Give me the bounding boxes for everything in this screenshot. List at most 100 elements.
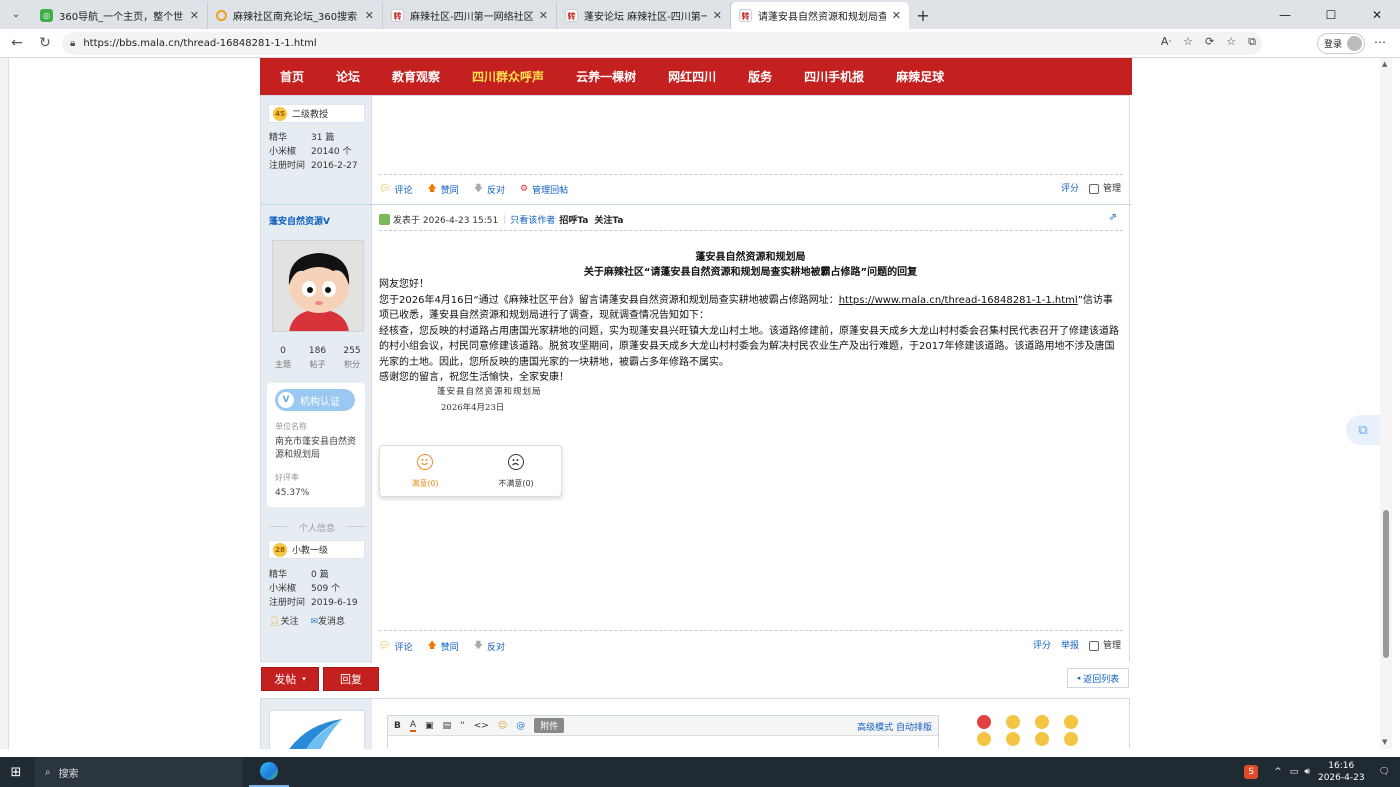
follow-ta-link[interactable]: 关注Ta xyxy=(594,213,623,226)
favorites-icon[interactable]: ☆ xyxy=(1226,35,1236,49)
greet-link[interactable]: 招呼Ta xyxy=(559,213,588,226)
count-posts[interactable]: 186 帖子 xyxy=(301,346,335,370)
smiley-icon[interactable] xyxy=(977,732,991,746)
login-button[interactable]: 登录 xyxy=(1317,33,1365,54)
auto-format-link[interactable]: 自动排版 xyxy=(896,723,932,733)
nav-football[interactable]: 麻辣足球 xyxy=(896,68,944,85)
tab-3[interactable]: 转 麻辣社区-四川第一网络社区 ✕ xyxy=(383,2,557,29)
pin-icon[interactable]: ⇗ xyxy=(1109,212,1117,223)
smiley-icon[interactable] xyxy=(1064,715,1078,729)
tab-2[interactable]: 麻辣社区南充论坛_360搜索 ✕ xyxy=(208,2,383,29)
unsatisfied-button[interactable]: 不满意(0) xyxy=(481,454,551,489)
attach-button[interactable]: 附件 xyxy=(534,718,565,733)
downvote-button[interactable]: 🡇 反对 xyxy=(474,181,505,197)
tab-4[interactable]: 转 蓬安论坛 麻辣社区-四川第一网络 ✕ xyxy=(557,2,731,29)
windows-start-icon[interactable]: ⊞ xyxy=(0,757,32,787)
collections-icon[interactable]: ⧉ xyxy=(1248,35,1256,49)
page-scrollbar[interactable]: ▲ ▼ xyxy=(1380,58,1392,749)
count-threads[interactable]: 0 主题 xyxy=(266,346,300,370)
close-icon[interactable]: ✕ xyxy=(713,9,722,22)
clock[interactable]: 16:16 2026-4-23 xyxy=(1318,760,1365,784)
back-to-list-button[interactable]: ◂ 返回列表 xyxy=(1067,668,1129,688)
smiley-icon[interactable] xyxy=(1006,715,1020,729)
url-field[interactable]: 🔒︎ https://bbs.mala.cn/thread-16848281-1… xyxy=(62,32,1262,55)
comment-button[interactable]: 💬︎ 评论 xyxy=(379,183,412,196)
org-verify-badge[interactable]: V 机构认证 xyxy=(275,389,355,411)
tab-actions-menu[interactable]: ⌄ xyxy=(0,0,32,29)
manage-checkbox[interactable]: 管理 xyxy=(1088,181,1121,194)
smiley-icon[interactable] xyxy=(1035,732,1049,746)
message-link[interactable]: ✉发消息 xyxy=(310,614,345,627)
refresh-icon[interactable]: ↻ xyxy=(34,32,56,54)
notification-icon[interactable]: 🗨︎ xyxy=(1379,767,1390,777)
rate-link[interactable]: 评分 xyxy=(1033,638,1051,651)
new-post-button[interactable]: 发帖 ▾ xyxy=(261,667,319,691)
upvote-button[interactable]: 🡅 赞同 xyxy=(427,181,458,197)
network-icon[interactable]: ▭ xyxy=(1290,767,1299,777)
nav-forum[interactable]: 论坛 xyxy=(336,68,360,85)
quick-reply: B A ▣ ▤ “ <> ☺ @ 附件 高级模式 自动排版 xyxy=(260,698,1130,749)
font-color-icon[interactable]: A xyxy=(409,720,417,732)
downvote-button[interactable]: 🡇 反对 xyxy=(474,638,505,654)
tab-5-active[interactable]: 转 请蓬安县自然资源和规划局查实耕 ✕ xyxy=(731,2,909,29)
nav-education[interactable]: 教育观察 xyxy=(392,68,440,85)
image-icon[interactable]: ▣ xyxy=(425,721,434,731)
back-icon[interactable]: ← xyxy=(6,32,28,54)
login-label: 登录 xyxy=(1324,40,1343,50)
manage-checkbox[interactable]: 管理 xyxy=(1088,638,1121,651)
close-icon[interactable]: ✕ xyxy=(365,9,374,22)
bold-icon[interactable]: B xyxy=(394,721,401,731)
maximize-button[interactable]: ☐ xyxy=(1308,0,1354,29)
nav-home[interactable]: 首页 xyxy=(280,68,304,85)
count-points[interactable]: 255 积分 xyxy=(335,346,369,370)
tray-expand-icon[interactable]: ^ xyxy=(1274,767,1282,777)
more-menu-icon[interactable]: ⋯ xyxy=(1374,35,1386,49)
smiley-icon[interactable] xyxy=(1035,715,1049,729)
nav-voice[interactable]: 四川群众呼声 xyxy=(472,68,544,85)
reply-button[interactable]: 回复 xyxy=(323,667,379,691)
taskbar-search[interactable]: ⌕ 搜索 xyxy=(35,757,243,787)
scroll-up-icon[interactable]: ▲ xyxy=(1382,60,1387,68)
read-aloud-icon[interactable]: Aᐧ xyxy=(1161,35,1171,49)
close-icon[interactable]: ✕ xyxy=(539,9,548,22)
volume-icon[interactable]: 🔊︎ xyxy=(1304,767,1310,777)
smiley-icon[interactable] xyxy=(1006,732,1020,746)
close-window-button[interactable]: ✕ xyxy=(1354,0,1400,29)
comment-button[interactable]: 💬︎ 评论 xyxy=(379,640,412,653)
satisfied-button[interactable]: 满意(0) xyxy=(390,454,460,489)
code-icon[interactable]: <> xyxy=(474,721,489,731)
minimize-button[interactable]: — xyxy=(1262,0,1308,29)
advanced-mode-link[interactable]: 高级模式 xyxy=(857,723,893,733)
only-author-link[interactable]: 只看该作者 xyxy=(510,213,555,226)
follow-link[interactable]: 👤︎关注 xyxy=(269,614,298,627)
edge-browser-icon[interactable] xyxy=(249,757,289,787)
close-icon[interactable]: ✕ xyxy=(892,9,901,22)
mention-icon[interactable]: @ xyxy=(516,721,525,731)
author-avatar[interactable] xyxy=(272,240,364,332)
favorite-star-icon[interactable]: ☆ xyxy=(1183,35,1193,49)
sougou-ime-icon[interactable]: S xyxy=(1244,765,1259,779)
thread-link[interactable]: https://www.mala.cn/thread-16848281-1-1.… xyxy=(839,295,1078,306)
author-name[interactable]: 蓬安自然资源V xyxy=(269,214,330,227)
tab-1[interactable]: ◎ 360导航_一个主页，整个世界 ✕ xyxy=(32,2,208,29)
emoji-icon[interactable]: ☺ xyxy=(498,721,507,731)
close-icon[interactable]: ✕ xyxy=(190,9,199,22)
report-link[interactable]: 举报 xyxy=(1061,638,1079,651)
scroll-down-icon[interactable]: ▼ xyxy=(1382,738,1387,746)
quote-icon[interactable]: “ xyxy=(460,721,465,731)
nav-admin[interactable]: 版务 xyxy=(748,68,772,85)
nav-mobile[interactable]: 四川手机报 xyxy=(804,68,864,85)
nav-tree[interactable]: 云养一棵树 xyxy=(576,68,636,85)
reply-editor[interactable]: B A ▣ ▤ “ <> ☺ @ 附件 高级模式 自动排版 xyxy=(387,715,939,749)
nav-influencer[interactable]: 网红四川 xyxy=(668,68,716,85)
upvote-button[interactable]: 🡅 赞同 xyxy=(427,638,458,654)
new-tab-button[interactable]: + xyxy=(909,2,937,29)
manage-reply-button[interactable]: ⚙ 管理回帖 xyxy=(520,183,568,196)
side-float-icon[interactable]: ⧉ xyxy=(1346,415,1380,445)
smiley-icon[interactable] xyxy=(1064,732,1078,746)
extensions-icon[interactable]: ⟳ xyxy=(1205,35,1214,49)
media-icon[interactable]: ▤ xyxy=(443,721,452,731)
rose-smiley-icon[interactable] xyxy=(977,715,991,729)
scrollbar-thumb[interactable] xyxy=(1383,510,1389,658)
rate-link[interactable]: 评分 xyxy=(1061,181,1079,194)
